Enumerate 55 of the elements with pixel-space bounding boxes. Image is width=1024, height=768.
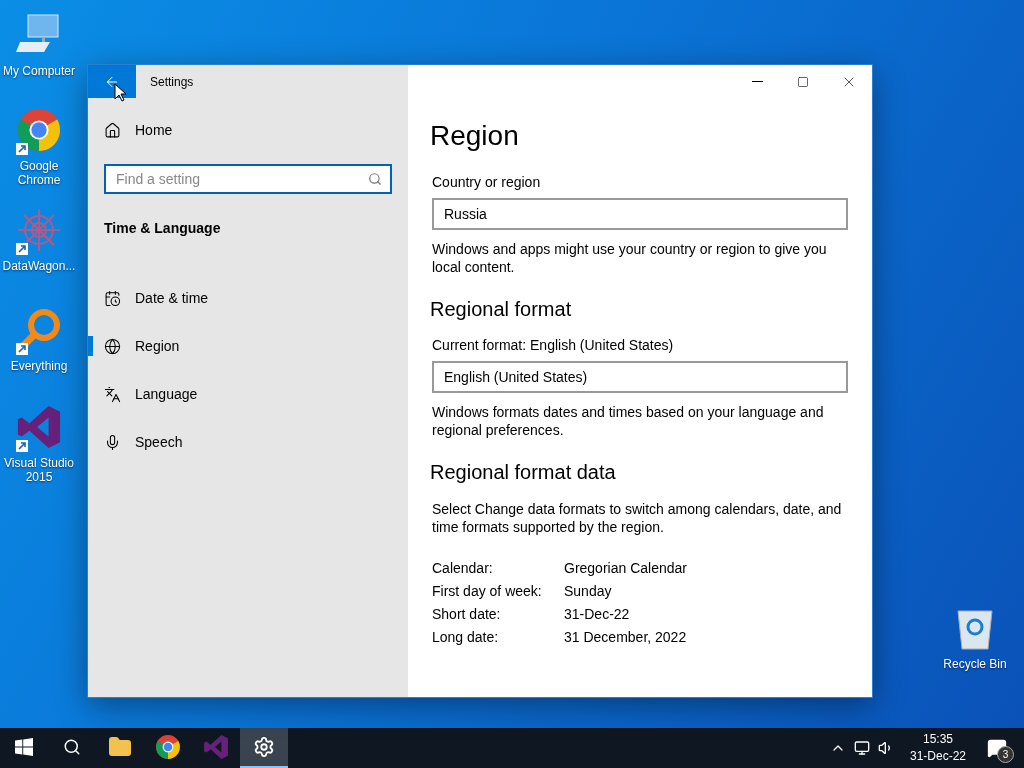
clock-time[interactable]: 15:35 [922, 731, 953, 748]
dropdown[interactable]: Russia [432, 198, 848, 230]
folder-icon [108, 735, 132, 759]
format-value: 31 December, 2022 [564, 629, 688, 645]
home-icon [104, 121, 121, 139]
description-text: Windows and apps might use your country or region to give you local content. [432, 240, 828, 276]
format-value: 31-Dec-22 [564, 606, 631, 622]
format-label: Calendar: [432, 560, 494, 576]
calendar-icon [104, 289, 121, 307]
section-heading: Regional format [430, 298, 573, 321]
page-title: Region [430, 120, 520, 152]
nav-item[interactable]: Speech [88, 418, 408, 466]
snowflake-icon [16, 207, 62, 253]
notification-count: 3 [997, 746, 1014, 763]
chrome-icon [16, 107, 62, 153]
globe-icon [104, 337, 121, 355]
format-label: First day of week: [432, 583, 543, 599]
maximize-icon [797, 75, 809, 88]
search-icon [368, 172, 382, 186]
format-label: Long date: [432, 629, 500, 645]
desktop-icon-label[interactable]: Everything [10, 359, 68, 373]
section-heading: Regional format data [430, 461, 617, 484]
desktop-icon-label[interactable]: My Computer [3, 64, 75, 78]
dropdown[interactable]: English (United States) [432, 361, 848, 393]
description-text: Select Change data formats to switch among calendars, date, and time formats supported by the region. [432, 500, 842, 536]
home-nav-item[interactable]: Home [88, 106, 408, 154]
nav-item[interactable]: Language [88, 370, 408, 418]
section-heading: Time & Language [103, 219, 222, 238]
field-label: Country or region [431, 174, 542, 190]
microphone-icon [104, 433, 121, 451]
windows-logo-icon [15, 738, 33, 756]
desktop-icon-label[interactable]: Visual Studio 2015 [0, 456, 78, 484]
format-label: Short date: [432, 606, 502, 622]
clock-date[interactable]: 31-Dec-22 [909, 748, 966, 765]
visual-studio-icon [16, 404, 62, 450]
chrome-icon [155, 734, 181, 760]
window-title: Settings [150, 74, 194, 89]
taskbar-button[interactable] [240, 728, 288, 768]
network-icon[interactable] [853, 740, 870, 756]
field-label: Current format: English (United States) [431, 337, 675, 353]
search-field[interactable]: Find a setting [104, 164, 392, 194]
cursor-icon [114, 83, 126, 102]
language-icon [104, 385, 121, 403]
search-icon [63, 738, 81, 756]
settings-icon [253, 736, 275, 758]
desktop-icon-label[interactable]: Recycle Bin [943, 657, 1007, 671]
nav-item[interactable]: Date & time [88, 274, 408, 322]
format-value: Sunday [564, 583, 613, 599]
minimize-icon [751, 81, 763, 82]
nav-item[interactable]: Region [88, 322, 408, 370]
desktop-icon-label[interactable]: Google Chrome [0, 159, 78, 187]
description-text: Windows formats dates and times based on your language and regional preferences. [432, 403, 825, 439]
visual-studio-icon [203, 734, 229, 760]
format-value: Gregorian Calendar [564, 560, 688, 576]
desktop-icon-label[interactable]: DataWagon... [2, 259, 76, 273]
